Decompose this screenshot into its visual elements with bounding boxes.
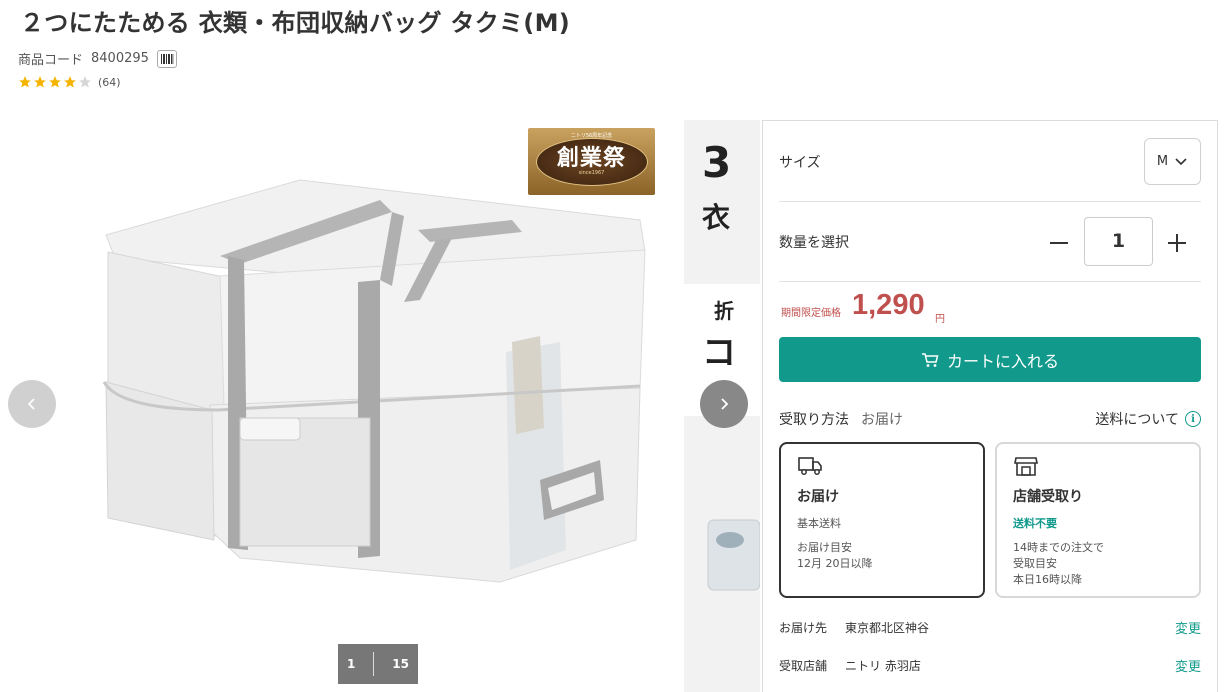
- delivery-option-eta-date: 12月 20日以降: [797, 557, 873, 570]
- purchase-panel: サイズ M 数量を選択 1 期間限定価格 1,290 円 カートに入れる 受取り…: [762, 120, 1218, 692]
- add-to-cart-label: カートに入れる: [946, 351, 1059, 371]
- chevron-down-icon: [1175, 157, 1187, 165]
- receive-method-value: お届け: [861, 412, 903, 428]
- image-counter-current: 1: [346, 657, 356, 671]
- product-code-row: 商品コード 8400295: [18, 49, 177, 68]
- change-store-link[interactable]: 変更: [1175, 656, 1201, 675]
- badge-top-text: ニトリ56周年記念: [570, 133, 613, 139]
- barcode-icon[interactable]: [156, 49, 177, 68]
- price-value: 1,290: [852, 289, 925, 321]
- price-label: 期間限定価格: [781, 308, 841, 319]
- minus-icon: [1050, 242, 1068, 244]
- quantity-label: 数量を選択: [779, 235, 849, 251]
- quantity-decrement-button[interactable]: [1043, 227, 1075, 259]
- next-slide-text-3: 折: [714, 299, 734, 323]
- cart-icon: [921, 352, 939, 367]
- size-value: M: [1156, 154, 1169, 169]
- star-filled-icon: [64, 76, 76, 88]
- info-icon: i: [1185, 411, 1201, 427]
- store-pickup-option-card[interactable]: 店舗受取り 送料不要 14時までの注文で 受取目安 本日16時以降: [995, 442, 1201, 598]
- pickup-store-value: ニトリ 赤羽店: [845, 659, 921, 673]
- pickup-store-label: 受取店舗: [779, 659, 828, 673]
- store-pickup-eta-time: 本日16時以降: [1013, 573, 1082, 586]
- delivery-option-fee: 基本送料: [797, 517, 841, 530]
- size-label: サイズ: [779, 155, 821, 171]
- star-filled-icon: [34, 76, 46, 88]
- badge-main-text: 創業祭: [556, 145, 626, 171]
- delivery-address-value: 東京都北区神谷: [845, 621, 930, 635]
- image-counter-divider: [373, 652, 375, 676]
- product-image[interactable]: [0, 120, 684, 692]
- divider: [779, 281, 1201, 282]
- product-code-label: 商品コード: [18, 53, 84, 68]
- delivery-address-label: お届け先: [779, 621, 828, 635]
- image-counter: 1 15: [338, 644, 418, 684]
- next-image-button[interactable]: [700, 380, 748, 428]
- store-icon: [1014, 457, 1038, 476]
- rating[interactable]: (64): [18, 75, 121, 89]
- pickup-store-row: 受取店舗 ニトリ 赤羽店 変更: [779, 656, 1201, 675]
- change-address-link[interactable]: 変更: [1175, 618, 1201, 637]
- product-title: ２つにたためる 衣類・布団収納バッグ タクミ(M): [20, 9, 571, 37]
- delivery-option-eta-label: お届け目安: [797, 541, 852, 554]
- chevron-right-icon: [721, 398, 729, 410]
- delivery-option-title: お届け: [797, 489, 839, 505]
- quantity-increment-button[interactable]: [1161, 227, 1193, 259]
- next-slide-text-4: コ: [702, 333, 736, 373]
- badge-oval: 創業祭 since1967: [535, 137, 648, 186]
- next-slide-text-2: 衣: [702, 201, 731, 234]
- image-counter-total: 15: [392, 657, 409, 671]
- store-pickup-eta-label: 受取目安: [1013, 557, 1057, 570]
- store-pickup-option-title: 店舗受取り: [1013, 489, 1083, 505]
- receive-method-label: 受取り方法: [779, 412, 849, 428]
- shipping-fee-link[interactable]: 送料について i: [1095, 409, 1201, 429]
- next-slide-text-1: 3: [702, 138, 732, 187]
- delivery-option-card[interactable]: お届け 基本送料 お届け目安 12月 20日以降: [779, 442, 985, 598]
- star-empty-icon: [79, 76, 91, 88]
- next-slide-image: [707, 519, 760, 591]
- truck-icon: [798, 457, 822, 475]
- store-pickup-order-deadline: 14時までの注文で: [1013, 541, 1104, 554]
- chevron-left-icon: [27, 398, 35, 410]
- receive-method-row: 受取り方法 お届け 送料について i: [779, 409, 1201, 429]
- divider: [779, 201, 1201, 202]
- delivery-address-row: お届け先 東京都北区神谷 変更: [779, 618, 1201, 637]
- price-unit: 円: [935, 314, 945, 325]
- prev-image-button[interactable]: [8, 380, 56, 428]
- store-pickup-free-shipping: 送料不要: [1013, 517, 1057, 530]
- shipping-fee-label: 送料について: [1095, 412, 1179, 428]
- review-count[interactable]: (64): [98, 76, 121, 89]
- star-filled-icon: [49, 76, 61, 88]
- rating-stars: [18, 75, 92, 89]
- add-to-cart-button[interactable]: カートに入れる: [779, 337, 1201, 382]
- star-filled-icon: [19, 76, 31, 88]
- plus-icon: [1168, 234, 1186, 252]
- product-code: 8400295: [91, 51, 149, 66]
- badge-sub-text: since1967: [578, 169, 605, 176]
- size-select[interactable]: M: [1144, 138, 1201, 185]
- sale-badge: ニトリ56周年記念 創業祭 since1967: [528, 128, 655, 195]
- quantity-input[interactable]: 1: [1084, 217, 1153, 266]
- image-gallery: ニトリ56周年記念 創業祭 since1967 3 衣 折 コ 1 15: [0, 120, 760, 692]
